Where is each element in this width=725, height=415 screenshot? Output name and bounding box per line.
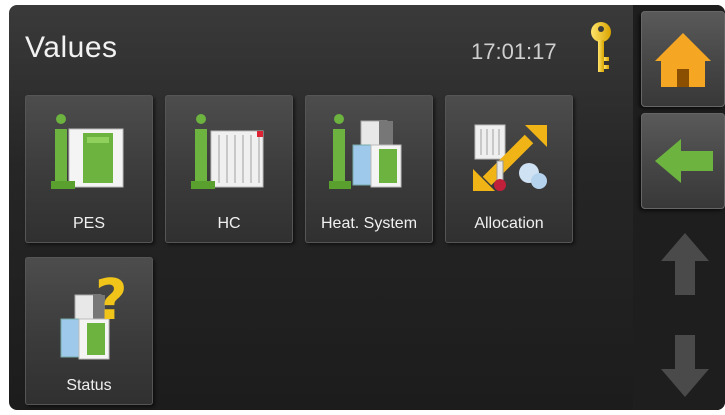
- status-icon: ?: [60, 273, 127, 360]
- pes-module-icon: [51, 114, 124, 189]
- tile-pes[interactable]: PES: [25, 95, 153, 243]
- page-title: Values: [25, 31, 118, 64]
- tile-label: PES: [72, 215, 105, 232]
- nav-column: [633, 5, 725, 410]
- tile-status[interactable]: ? Status: [25, 257, 153, 405]
- scroll-up-icon[interactable]: [657, 227, 713, 299]
- scroll-down-icon[interactable]: [657, 331, 713, 403]
- display-screen: Values 17:01:17 PES HC Heat. System Allo…: [9, 5, 725, 410]
- tile-label: Allocation: [474, 215, 544, 232]
- home-icon: [655, 33, 711, 87]
- allocation-icon: [473, 124, 547, 191]
- heating-circuit-icon: [191, 114, 264, 189]
- tile-heat-system[interactable]: Heat. System: [305, 95, 433, 243]
- svg-text:?: ?: [95, 273, 127, 333]
- key-icon[interactable]: [589, 21, 613, 77]
- tile-label: Status: [66, 377, 112, 394]
- home-button[interactable]: [641, 11, 725, 107]
- tile-allocation[interactable]: Allocation: [445, 95, 573, 243]
- back-arrow-icon: [655, 139, 713, 183]
- heat-system-icon: [329, 114, 402, 189]
- back-button[interactable]: [641, 113, 725, 209]
- clock: 17:01:17: [471, 39, 557, 64]
- tile-label: Heat. System: [320, 215, 418, 232]
- tile-hc[interactable]: HC: [165, 95, 293, 243]
- tile-label: HC: [217, 215, 241, 232]
